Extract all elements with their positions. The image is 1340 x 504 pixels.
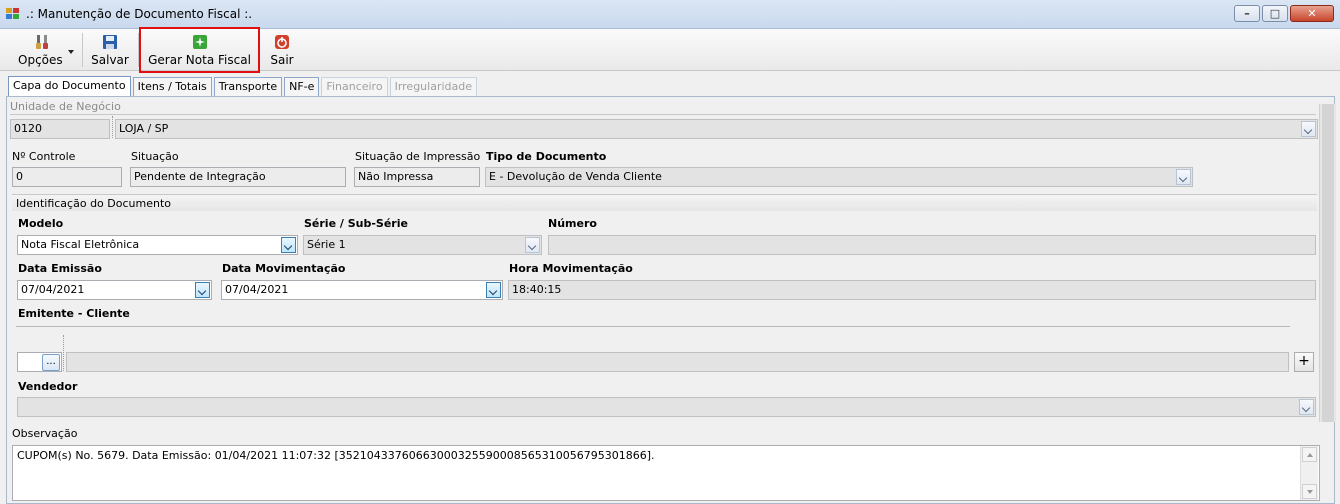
doc-type-select: E - Devolução de Venda Cliente — [485, 167, 1193, 187]
chevron-down-icon — [1176, 169, 1191, 185]
scroll-up-icon[interactable] — [1302, 447, 1317, 462]
scrollbar-thumb[interactable] — [1322, 104, 1334, 422]
options-button[interactable]: Opções — [8, 32, 76, 70]
number-label: Número — [548, 217, 597, 230]
close-button[interactable]: ✕ — [1290, 5, 1334, 22]
exit-label: Sair — [270, 53, 294, 67]
toolbar-separator — [82, 33, 83, 67]
series-label: Série / Sub-Série — [304, 217, 408, 230]
issuer-label: Emitente - Cliente — [18, 307, 130, 320]
model-select[interactable]: Nota Fiscal Eletrônica — [17, 235, 298, 255]
issue-date-picker[interactable]: 07/04/2021 — [17, 280, 212, 300]
divider — [16, 326, 1290, 327]
number-field — [548, 235, 1316, 255]
maximize-icon: □ — [1269, 7, 1281, 20]
business-unit-label: Unidade de Negócio — [10, 100, 121, 113]
chevron-down-icon[interactable] — [486, 282, 501, 298]
chevron-down-icon[interactable] — [68, 50, 74, 54]
tab-nfe[interactable]: NF-e — [284, 77, 320, 97]
options-label: Opções — [18, 53, 63, 67]
save-label: Salvar — [91, 53, 129, 67]
issue-date-value: 07/04/2021 — [21, 283, 85, 296]
toolbar: Opções Salvar Gerar Nota Fiscal Sair — [0, 27, 1340, 73]
movement-time-label: Hora Movimentação — [509, 262, 633, 275]
plus-icon: + — [1298, 353, 1310, 369]
window-title: .: Manutenção de Documento Fiscal :. — [26, 7, 253, 21]
control-number-field: 0 — [12, 167, 122, 187]
generate-invoice-label: Gerar Nota Fiscal — [148, 53, 251, 67]
issuer-name-field — [66, 352, 1289, 372]
business-unit-code-field: 0120 — [10, 119, 110, 139]
issuer-lookup-button[interactable]: ... — [42, 354, 60, 371]
splitter-grip — [63, 335, 65, 371]
tab-irregularidade: Irregularidade — [389, 77, 478, 97]
splitter-grip — [112, 116, 114, 138]
exit-button[interactable]: Sair — [264, 32, 300, 70]
power-icon — [275, 35, 289, 49]
notes-textarea[interactable]: CUPOM(s) No. 5679. Data Emissão: 01/04/2… — [12, 445, 1320, 501]
green-star-icon — [192, 35, 207, 49]
tab-capa-do-documento[interactable]: Capa do Documento — [8, 76, 131, 97]
notes-scrollbar[interactable] — [1300, 446, 1318, 500]
notes-text: CUPOM(s) No. 5679. Data Emissão: 01/04/2… — [17, 449, 655, 462]
chevron-down-icon — [525, 237, 540, 253]
doc-type-value: E - Devolução de Venda Cliente — [489, 170, 662, 183]
status-label: Situação — [131, 150, 179, 163]
scroll-down-icon[interactable] — [1302, 484, 1317, 499]
save-icon — [103, 35, 117, 49]
status-field: Pendente de Integração — [130, 167, 346, 187]
movement-date-picker[interactable]: 07/04/2021 — [221, 280, 503, 300]
minimize-button[interactable]: – — [1234, 5, 1260, 22]
tab-financeiro: Financeiro — [321, 77, 388, 97]
chevron-down-icon[interactable] — [195, 282, 210, 298]
series-value: Série 1 — [307, 238, 346, 251]
model-value: Nota Fiscal Eletrônica — [21, 238, 140, 251]
tab-transporte[interactable]: Transporte — [213, 77, 283, 97]
seller-select — [17, 397, 1316, 417]
save-button[interactable]: Salvar — [86, 32, 134, 70]
tools-icon — [36, 35, 48, 49]
chevron-down-icon — [1299, 399, 1314, 415]
movement-date-label: Data Movimentação — [222, 262, 346, 275]
divider — [10, 114, 1316, 115]
print-status-field: Não Impressa — [354, 167, 480, 187]
add-issuer-button[interactable]: + — [1294, 352, 1314, 372]
doc-type-label: Tipo de Documento — [486, 150, 607, 163]
toolbar-separator — [138, 33, 139, 67]
maximize-button[interactable]: □ — [1262, 5, 1288, 22]
seller-label: Vendedor — [18, 380, 78, 393]
control-number-label: Nº Controle — [12, 150, 76, 163]
business-unit-name: LOJA / SP — [119, 122, 169, 135]
document-id-section — [12, 194, 1317, 211]
business-unit-name-field: LOJA / SP — [115, 119, 1318, 139]
document-id-section-label: Identificação do Documento — [16, 197, 171, 210]
movement-date-value: 07/04/2021 — [225, 283, 289, 296]
minimize-icon: – — [1244, 7, 1250, 20]
chevron-down-icon[interactable] — [281, 237, 296, 253]
model-label: Modelo — [18, 217, 64, 230]
tab-panel — [6, 96, 1335, 504]
panel-scrollbar[interactable] — [1319, 104, 1336, 422]
title-bar: .: Manutenção de Documento Fiscal :. – □… — [0, 0, 1340, 29]
tab-itens-totais[interactable]: Itens / Totais — [132, 77, 212, 97]
series-select: Série 1 — [303, 235, 542, 255]
notes-label: Observação — [12, 427, 78, 440]
ellipsis-icon: ... — [46, 356, 56, 367]
movement-time-field: 18:40:15 — [508, 280, 1316, 300]
chevron-down-icon — [1301, 121, 1316, 137]
print-status-label: Situação de Impressão — [355, 150, 481, 163]
tab-strip: Capa do Documento Itens / Totais Transpo… — [8, 76, 478, 97]
issue-date-label: Data Emissão — [18, 262, 102, 275]
close-icon: ✕ — [1307, 7, 1317, 20]
generate-invoice-button[interactable]: Gerar Nota Fiscal — [139, 27, 260, 73]
app-icon — [6, 8, 20, 20]
